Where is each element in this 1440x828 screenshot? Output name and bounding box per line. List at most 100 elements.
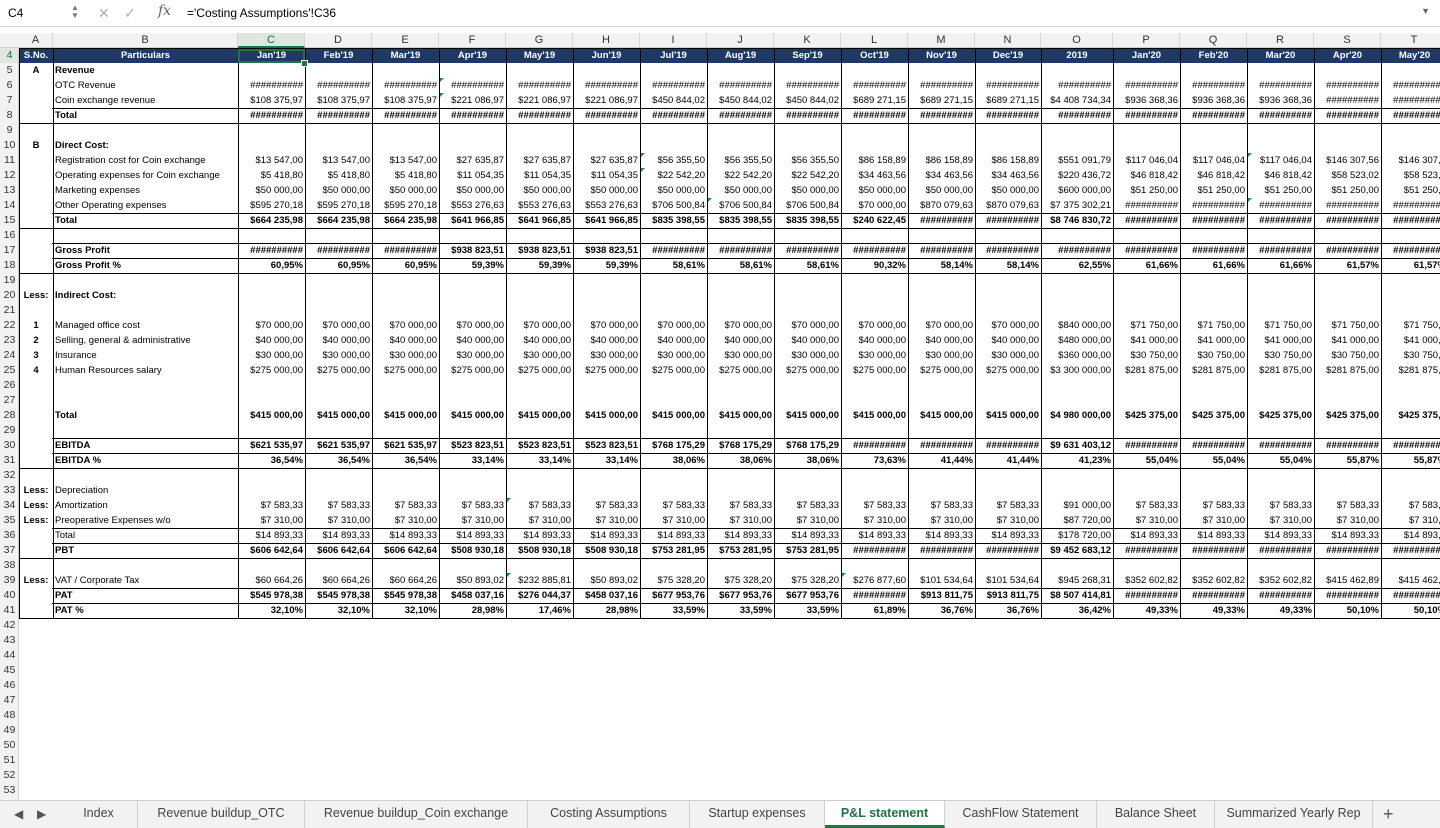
cell-o[interactable]: ########## bbox=[1041, 78, 1113, 93]
column-header-l[interactable]: L bbox=[841, 33, 908, 48]
cell-q[interactable]: ########## bbox=[1180, 588, 1247, 603]
cell-m[interactable]: $870 079,63 bbox=[908, 198, 975, 213]
cell-e[interactable]: $606 642,64 bbox=[372, 543, 439, 558]
cell-h[interactable]: 33,14% bbox=[573, 453, 640, 468]
cell-a[interactable]: Less: bbox=[19, 483, 53, 498]
cell-e[interactable]: $13 547,00 bbox=[372, 153, 439, 168]
cell-i[interactable]: 38,06% bbox=[640, 453, 707, 468]
cell-j[interactable]: $415 000,00 bbox=[707, 408, 774, 423]
cell-q[interactable]: $352 602,82 bbox=[1180, 573, 1247, 588]
cell-g[interactable]: $14 893,33 bbox=[506, 528, 573, 543]
sheet-tab[interactable]: Index bbox=[60, 801, 138, 828]
cell-p[interactable]: $7 310,00 bbox=[1113, 513, 1180, 528]
row-header[interactable]: 25 bbox=[0, 363, 18, 378]
cell-h[interactable]: ########## bbox=[573, 108, 640, 123]
cell-s[interactable]: $7 583,33 bbox=[1314, 498, 1381, 513]
cell-h[interactable]: $458 037,16 bbox=[573, 588, 640, 603]
cell-c[interactable]: $595 270,18 bbox=[238, 198, 305, 213]
row-header[interactable]: 29 bbox=[0, 423, 18, 438]
cell-r[interactable]: 61,66% bbox=[1247, 258, 1314, 273]
cell-r[interactable]: ########## bbox=[1247, 543, 1314, 558]
cell-i[interactable]: $40 000,00 bbox=[640, 333, 707, 348]
cell-n[interactable]: ########## bbox=[975, 243, 1041, 258]
cell-e[interactable]: $50 000,00 bbox=[372, 183, 439, 198]
cell-h[interactable]: $11 054,35 bbox=[573, 168, 640, 183]
cell-n[interactable]: $14 893,33 bbox=[975, 528, 1041, 543]
cell-t[interactable]: $281 875,0 bbox=[1381, 363, 1440, 378]
cell-g[interactable]: $275 000,00 bbox=[506, 363, 573, 378]
cell-m[interactable]: $101 534,64 bbox=[908, 573, 975, 588]
cell-c[interactable]: $7 310,00 bbox=[238, 513, 305, 528]
cell-d[interactable]: $60 664,26 bbox=[305, 573, 372, 588]
row-header[interactable]: 48 bbox=[0, 708, 18, 723]
cell-o[interactable]: $9 631 403,12 bbox=[1041, 438, 1113, 453]
cell-d[interactable]: $108 375,97 bbox=[305, 93, 372, 108]
cell-q[interactable]: $30 750,00 bbox=[1180, 348, 1247, 363]
cell-i[interactable]: $75 328,20 bbox=[640, 573, 707, 588]
row-header[interactable]: 52 bbox=[0, 768, 18, 783]
cell-l[interactable]: $14 893,33 bbox=[841, 528, 908, 543]
cell-d[interactable]: $5 418,80 bbox=[305, 168, 372, 183]
row-header[interactable]: 42 bbox=[0, 618, 18, 633]
cell-p[interactable]: $71 750,00 bbox=[1113, 318, 1180, 333]
cell-r[interactable]: $14 893,33 bbox=[1247, 528, 1314, 543]
cell-n[interactable]: ########## bbox=[975, 108, 1041, 123]
cell-s[interactable]: $415 462,89 bbox=[1314, 573, 1381, 588]
cell-r[interactable]: $352 602,82 bbox=[1247, 573, 1314, 588]
column-header-m[interactable]: M bbox=[908, 33, 975, 48]
cell-a[interactable]: 3 bbox=[19, 348, 53, 363]
row-header[interactable]: 4 bbox=[0, 48, 18, 63]
cell-r[interactable]: $71 750,00 bbox=[1247, 318, 1314, 333]
cell-s[interactable]: $281 875,00 bbox=[1314, 363, 1381, 378]
cell-t[interactable]: $71 750,0 bbox=[1381, 318, 1440, 333]
cell-k[interactable]: $30 000,00 bbox=[774, 348, 841, 363]
cell-r[interactable]: ########## bbox=[1247, 243, 1314, 258]
cell-d[interactable]: Feb'19 bbox=[305, 48, 372, 63]
cell-r[interactable]: ########## bbox=[1247, 588, 1314, 603]
row-header[interactable]: 6 bbox=[0, 78, 18, 93]
cell-i[interactable]: $70 000,00 bbox=[640, 318, 707, 333]
cell-m[interactable]: $913 811,75 bbox=[908, 588, 975, 603]
cell-r[interactable]: $936 368,36 bbox=[1247, 93, 1314, 108]
cell-c[interactable]: $621 535,97 bbox=[238, 438, 305, 453]
cell-g[interactable]: May'19 bbox=[506, 48, 573, 63]
cell-r[interactable]: ########## bbox=[1247, 213, 1314, 228]
cell-k[interactable]: 38,06% bbox=[774, 453, 841, 468]
row-header[interactable]: 9 bbox=[0, 123, 18, 138]
cell-t[interactable]: ########## bbox=[1381, 543, 1440, 558]
cell-c[interactable]: $7 583,33 bbox=[238, 498, 305, 513]
cell-i[interactable]: $768 175,29 bbox=[640, 438, 707, 453]
cell-r[interactable]: ########## bbox=[1247, 78, 1314, 93]
cell-d[interactable]: $621 535,97 bbox=[305, 438, 372, 453]
row-header[interactable]: 49 bbox=[0, 723, 18, 738]
row-header[interactable]: 36 bbox=[0, 528, 18, 543]
cell-r[interactable]: 49,33% bbox=[1247, 603, 1314, 618]
cell-t[interactable]: ########## bbox=[1381, 243, 1440, 258]
cell-f[interactable]: $458 037,16 bbox=[439, 588, 506, 603]
column-header-c[interactable]: C bbox=[238, 33, 305, 48]
cell-i[interactable]: $50 000,00 bbox=[640, 183, 707, 198]
cell-q[interactable]: 49,33% bbox=[1180, 603, 1247, 618]
column-header-k[interactable]: K bbox=[774, 33, 841, 48]
cell-p[interactable]: ########## bbox=[1113, 543, 1180, 558]
cell-r[interactable]: $7 583,33 bbox=[1247, 498, 1314, 513]
cell-n[interactable]: $50 000,00 bbox=[975, 183, 1041, 198]
cell-o[interactable]: $3 300 000,00 bbox=[1041, 363, 1113, 378]
row-header[interactable]: 40 bbox=[0, 588, 18, 603]
cell-s[interactable]: ########## bbox=[1314, 438, 1381, 453]
column-header-t[interactable]: T bbox=[1381, 33, 1440, 48]
cell-q[interactable]: $117 046,04 bbox=[1180, 153, 1247, 168]
cell-a[interactable]: B bbox=[19, 138, 53, 153]
cell-n[interactable]: 58,14% bbox=[975, 258, 1041, 273]
cell-d[interactable]: $595 270,18 bbox=[305, 198, 372, 213]
cell-e[interactable]: $30 000,00 bbox=[372, 348, 439, 363]
cell-c[interactable]: $14 893,33 bbox=[238, 528, 305, 543]
cell-j[interactable]: Aug'19 bbox=[707, 48, 774, 63]
cell-s[interactable]: $71 750,00 bbox=[1314, 318, 1381, 333]
cell-g[interactable]: 17,46% bbox=[506, 603, 573, 618]
cell-b[interactable]: Total bbox=[53, 213, 238, 228]
cell-m[interactable]: ########## bbox=[908, 213, 975, 228]
cell-l[interactable]: $415 000,00 bbox=[841, 408, 908, 423]
cell-d[interactable]: 60,95% bbox=[305, 258, 372, 273]
cell-e[interactable]: 32,10% bbox=[372, 603, 439, 618]
